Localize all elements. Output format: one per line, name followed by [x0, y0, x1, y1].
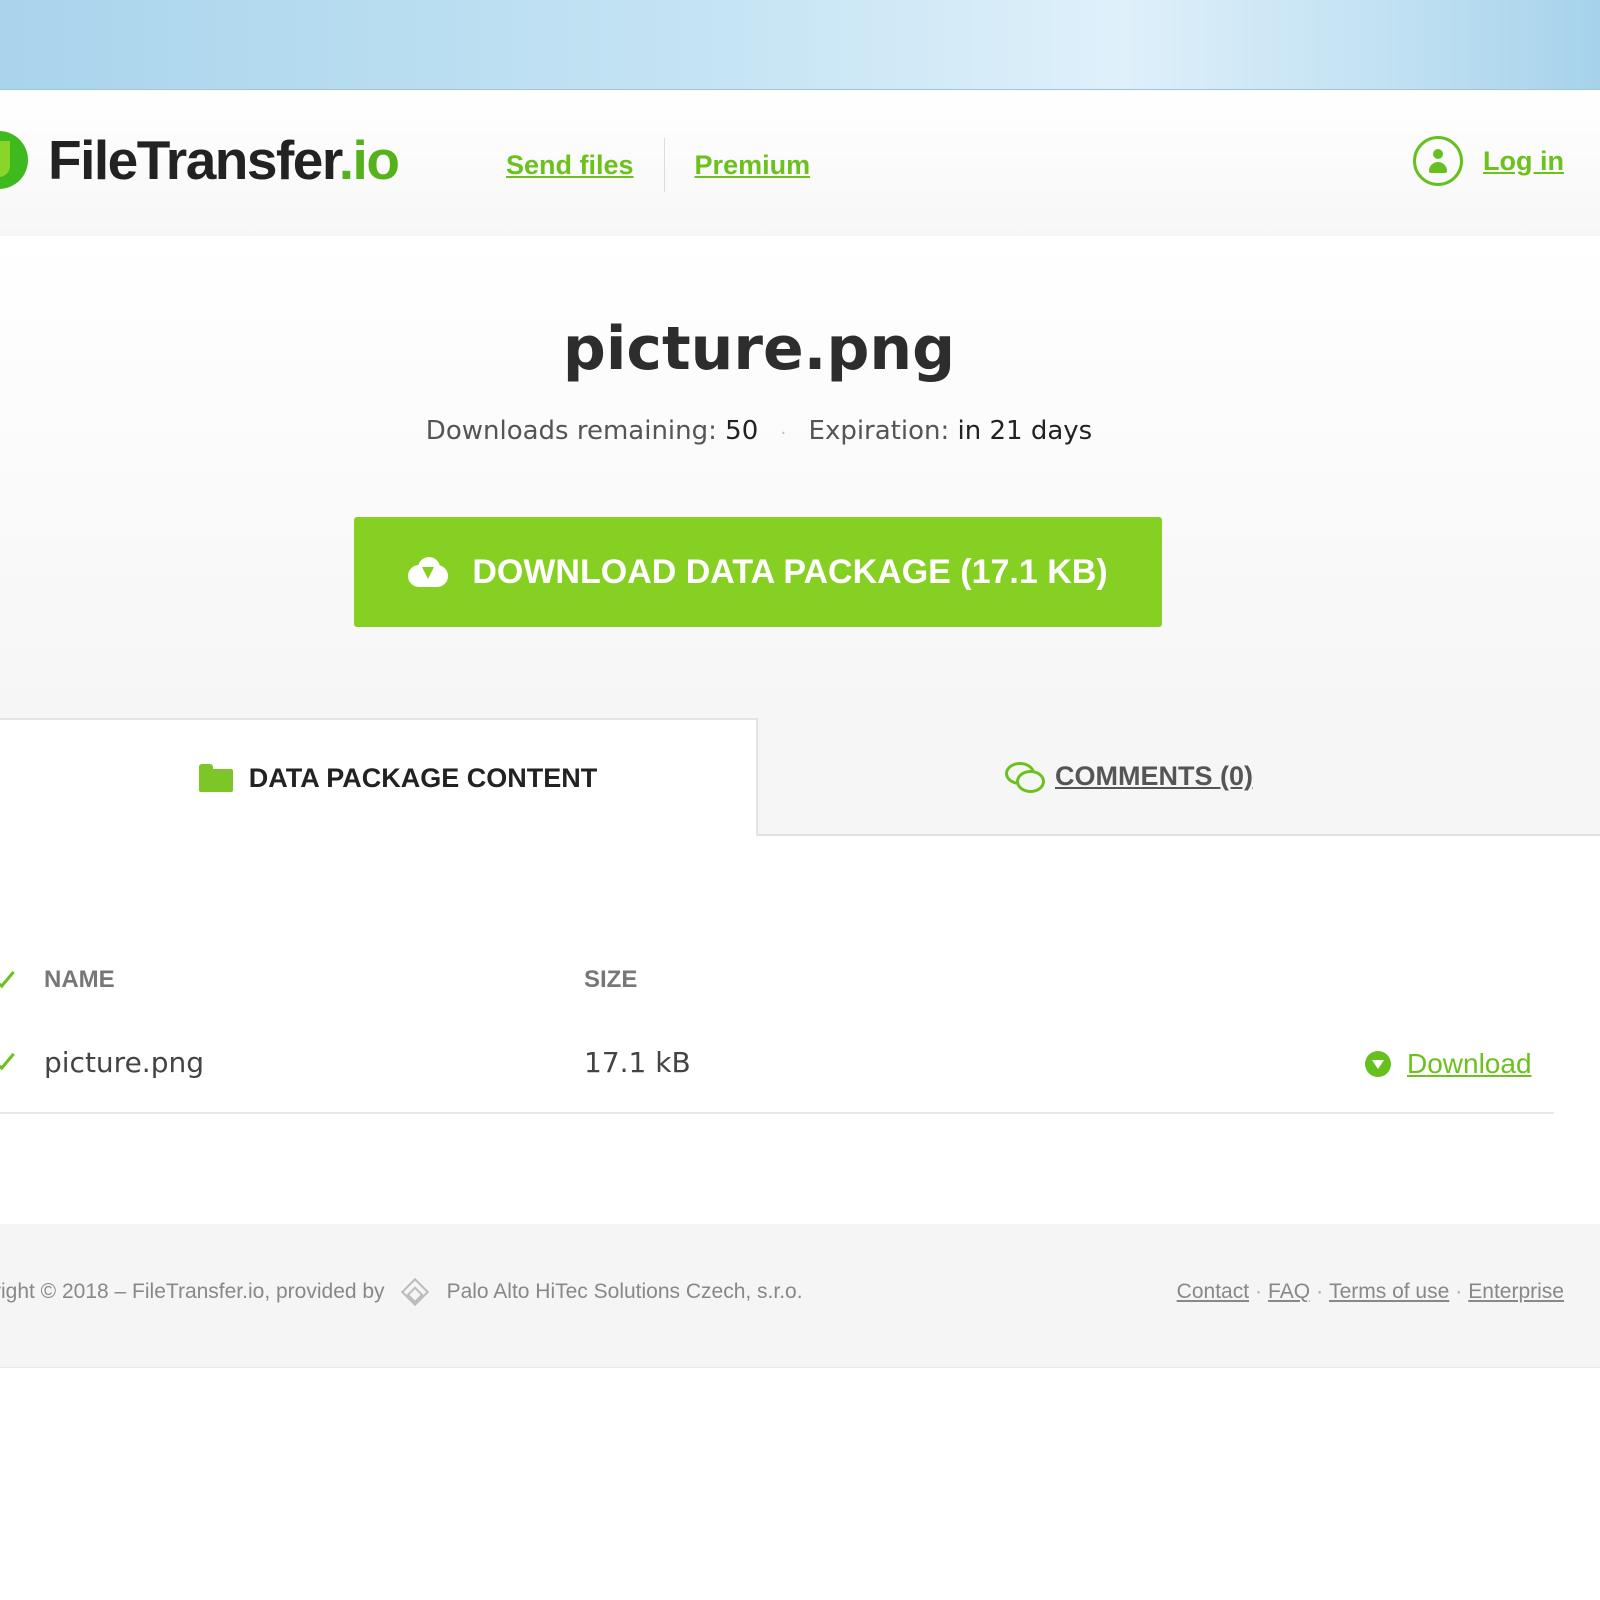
footer-link-enterprise[interactable]: Enterprise	[1468, 1280, 1564, 1304]
tab-comments-label[interactable]: COMMENTS (0)	[1055, 761, 1253, 792]
file-size-cell: 17.1 kB	[584, 1046, 691, 1079]
file-hero: picture.png Downloads remaining: 50 · Ex…	[0, 236, 1600, 718]
downloads-remaining-value: 50	[725, 416, 759, 446]
cloud-download-icon	[408, 557, 449, 587]
provider-name: Palo Alto HiTec Solutions Czech, s.r.o.	[446, 1280, 803, 1303]
content-tabs: DATA PACKAGE CONTENT COMMENTS (0)	[0, 718, 1600, 836]
site-header: FileTransfer.io Send files Premium Log i…	[0, 90, 1600, 236]
file-name-cell: picture.png	[44, 1046, 204, 1079]
downloads-remaining-label: Downloads remaining:	[425, 416, 717, 446]
footer-link-separator: ·	[1255, 1280, 1263, 1303]
download-package-button[interactable]: DOWNLOAD DATA PACKAGE (17.1 KB)	[354, 517, 1162, 627]
nav-divider	[663, 138, 665, 192]
file-table: NAME SIZE picture.png 17.1 kB Download	[0, 836, 1600, 1224]
site-footer: right © 2018 – FileTransfer.io, provided…	[0, 1224, 1600, 1368]
copyright-text: right © 2018 – FileTransfer.io, provided…	[0, 1280, 385, 1303]
user-icon[interactable]	[1413, 136, 1463, 186]
tab-data-package-content[interactable]: DATA PACKAGE CONTENT	[0, 718, 758, 836]
footer-link-contact[interactable]: Contact	[1177, 1280, 1249, 1304]
footer-link-separator: ·	[1455, 1280, 1463, 1303]
file-meta: Downloads remaining: 50 · Expiration: in…	[0, 416, 1518, 446]
footer-links: Contact · FAQ · Terms of use · Enterpris…	[1177, 1280, 1564, 1304]
footer-link-faq[interactable]: FAQ	[1268, 1280, 1310, 1304]
provider-logo-icon	[400, 1277, 429, 1307]
site-logo[interactable]: FileTransfer.io	[0, 124, 400, 196]
comments-icon	[1005, 762, 1045, 793]
expiration-value: in 21 days	[957, 416, 1093, 446]
nav-premium-link[interactable]: Premium	[695, 150, 811, 181]
meta-separator: ·	[780, 423, 787, 444]
login-area[interactable]: Log in	[1413, 136, 1564, 186]
expiration-label: Expiration:	[808, 416, 950, 446]
login-link[interactable]: Log in	[1483, 146, 1564, 177]
column-header-name: NAME	[44, 966, 115, 993]
column-header-size: SIZE	[584, 966, 638, 993]
copyright: right © 2018 – FileTransfer.io, provided…	[0, 1277, 803, 1307]
row-download[interactable]: Download	[1365, 1048, 1532, 1080]
select-all-check-icon[interactable]	[0, 963, 15, 989]
nav-send-files-link[interactable]: Send files	[506, 150, 634, 181]
main-nav: Send files Premium	[506, 138, 810, 192]
row-divider	[0, 1112, 1554, 1114]
sky-banner	[0, 0, 1600, 90]
row-download-link[interactable]: Download	[1407, 1048, 1532, 1080]
logo-text: FileTransfer.io	[48, 129, 400, 191]
download-package-label: DOWNLOAD DATA PACKAGE (17.1 KB)	[472, 552, 1108, 591]
logo-icon	[0, 131, 28, 189]
file-title: picture.png	[562, 314, 956, 384]
row-check-icon[interactable]	[0, 1045, 15, 1071]
tab-comments[interactable]: COMMENTS (0)	[758, 718, 1600, 836]
footer-link-terms[interactable]: Terms of use	[1329, 1280, 1449, 1304]
download-circle-icon[interactable]	[1365, 1051, 1391, 1077]
folder-icon	[198, 764, 233, 792]
footer-link-separator: ·	[1316, 1280, 1324, 1303]
tab-data-package-content-label: DATA PACKAGE CONTENT	[248, 762, 598, 793]
